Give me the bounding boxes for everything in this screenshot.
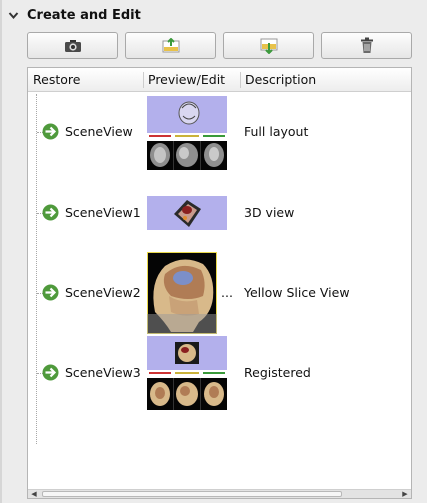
table-row[interactable]: SceneView Full layout xyxy=(28,94,411,170)
table-header: Restore Preview/Edit Description xyxy=(28,68,411,92)
table-row[interactable]: SceneView2 ... Yellow Slice View xyxy=(28,252,411,334)
preview-truncation: ... xyxy=(221,285,233,300)
create-and-edit-section-header[interactable]: Create and Edit xyxy=(8,4,141,26)
restore-scene-view-button[interactable]: SceneView3 xyxy=(42,364,141,381)
scene-views-table: Restore Preview/Edit Description SceneVi… xyxy=(27,67,412,499)
section-title: Create and Edit xyxy=(27,7,141,23)
scene-description: Registered xyxy=(244,365,311,380)
scene-name: SceneView1 xyxy=(65,205,141,220)
restore-arrow-icon xyxy=(42,284,59,301)
table-row[interactable]: SceneView1 3D view xyxy=(28,196,411,230)
delete-scene-button[interactable] xyxy=(321,32,412,59)
scroll-left-arrow-icon[interactable]: ◀ xyxy=(29,490,39,498)
restore-arrow-icon xyxy=(42,204,59,221)
scroll-right-arrow-icon[interactable]: ▶ xyxy=(400,490,410,498)
capture-scene-button[interactable] xyxy=(27,32,118,59)
restore-arrow-icon xyxy=(42,364,59,381)
scrollbar-thumb[interactable] xyxy=(42,491,342,497)
scene-preview-thumbnail[interactable] xyxy=(147,196,227,230)
scene-name: SceneView2 xyxy=(65,285,141,300)
table-row[interactable]: SceneView3 Registered xyxy=(28,336,411,410)
restore-scene-icon xyxy=(260,38,277,54)
panel-left-border xyxy=(0,0,2,503)
edit-scene-icon xyxy=(162,37,179,52)
scene-description: Full layout xyxy=(244,124,309,139)
scene-name: SceneView3 xyxy=(65,365,141,380)
scene-name: SceneView xyxy=(65,124,133,139)
column-header-restore[interactable]: Restore xyxy=(28,68,143,91)
edit-scene-button[interactable] xyxy=(125,32,216,59)
scene-description: 3D view xyxy=(244,205,295,220)
restore-scene-view-button[interactable]: SceneView1 xyxy=(42,204,141,221)
trash-icon xyxy=(360,37,373,53)
horizontal-scrollbar[interactable]: ◀ ▶ xyxy=(28,489,411,498)
column-header-preview[interactable]: Preview/Edit xyxy=(143,68,240,91)
chevron-down-icon xyxy=(8,11,19,19)
scene-preview-thumbnail[interactable] xyxy=(147,252,217,334)
scene-preview-thumbnail[interactable] xyxy=(147,336,227,410)
column-header-description[interactable]: Description xyxy=(240,68,410,91)
scene-toolbar xyxy=(27,32,412,59)
camera-icon xyxy=(64,39,81,52)
restore-scene-view-button[interactable]: SceneView2 xyxy=(42,284,141,301)
restore-scene-button[interactable] xyxy=(223,32,314,59)
scene-description: Yellow Slice View xyxy=(244,285,350,300)
restore-arrow-icon xyxy=(42,123,59,140)
scene-preview-thumbnail[interactable] xyxy=(147,96,227,170)
restore-scene-view-button[interactable]: SceneView xyxy=(42,123,133,140)
